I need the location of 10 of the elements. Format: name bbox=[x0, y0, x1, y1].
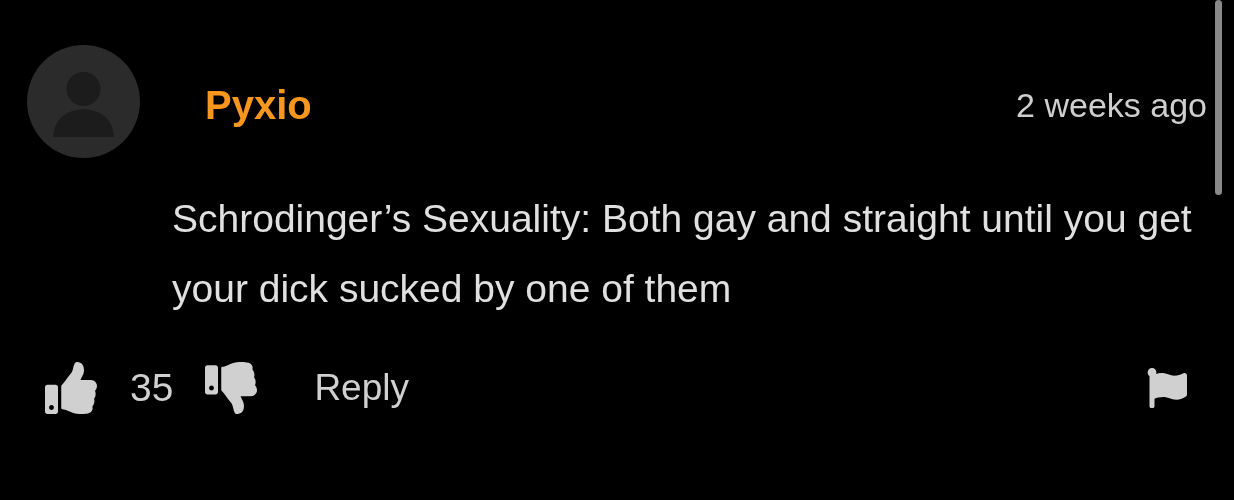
thumbs-down-icon[interactable] bbox=[205, 362, 258, 414]
scrollbar[interactable] bbox=[1215, 0, 1222, 195]
avatar-icon bbox=[27, 45, 140, 158]
reply-button[interactable]: Reply bbox=[314, 367, 409, 409]
timestamp: 2 weeks ago bbox=[1016, 86, 1207, 125]
username[interactable]: Pyxio bbox=[205, 83, 312, 128]
like-count: 35 bbox=[130, 366, 174, 410]
comment-text: Schrodinger’s Sexuality: Both gay and straight until you get your dick sucked by one of them bbox=[172, 196, 1193, 312]
flag-icon[interactable] bbox=[1147, 368, 1187, 408]
thumbs-up-icon[interactable] bbox=[45, 362, 97, 414]
